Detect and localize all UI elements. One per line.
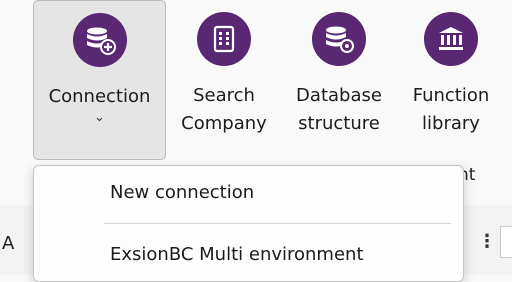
more-options-icon[interactable]: ⋮ — [478, 231, 496, 252]
library-icon — [424, 12, 478, 66]
database-structure-label: Database structure — [296, 82, 382, 138]
menu-item-label: ExsionBC Multi environment — [110, 243, 364, 265]
menu-item-exsionbc-multi-environment[interactable]: ExsionBC Multi environment — [34, 228, 463, 280]
building-icon — [197, 12, 251, 66]
connection-dropdown-menu: New connection ExsionBC Multi environmen… — [33, 165, 464, 282]
database-structure-line-2: structure — [298, 113, 380, 134]
connection-button[interactable]: Connection ⌄ — [33, 0, 166, 160]
search-company-line-2: Company — [181, 113, 267, 134]
menu-separator — [104, 223, 451, 224]
database-structure-line-1: Database — [296, 85, 382, 106]
background-input[interactable] — [500, 226, 512, 258]
connection-label: Connection — [48, 86, 151, 107]
menu-item-new-connection[interactable]: New connection — [34, 166, 463, 218]
function-library-line-1: Function — [412, 85, 490, 106]
database-structure-button[interactable]: Database structure — [288, 0, 390, 160]
database-add-icon — [72, 13, 127, 67]
search-company-button[interactable]: Search Company — [178, 0, 270, 160]
function-library-label: Function library — [413, 82, 490, 138]
function-library-line-2: library — [422, 113, 480, 134]
database-settings-icon — [312, 12, 366, 66]
function-library-button[interactable]: Function library — [400, 0, 502, 160]
menu-item-label: New connection — [110, 181, 255, 203]
background-field-text: A — [2, 233, 15, 254]
chevron-down-icon: ⌄ — [94, 110, 105, 125]
search-company-line-1: Search — [193, 85, 255, 106]
search-company-label: Search Company — [181, 82, 267, 138]
